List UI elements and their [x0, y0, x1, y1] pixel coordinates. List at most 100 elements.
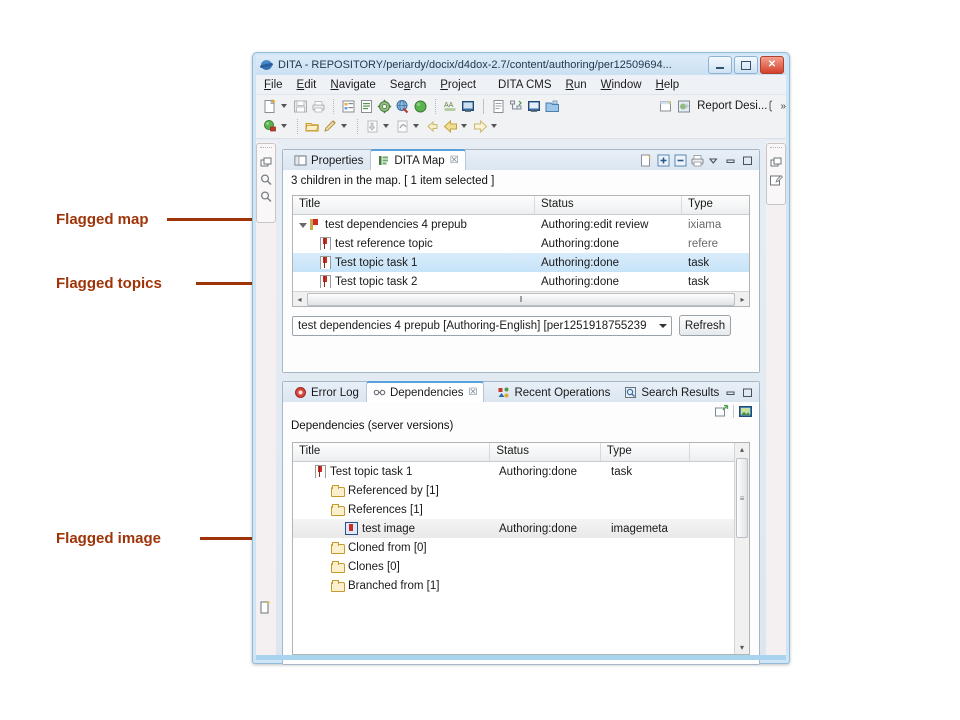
back-arrow-icon[interactable] — [442, 118, 459, 135]
column-header-title[interactable]: Title — [293, 443, 491, 461]
column-header-status[interactable]: Status — [535, 196, 682, 214]
menu-item-file[interactable]: File — [264, 79, 283, 91]
menu-item-run[interactable]: Run — [566, 79, 587, 91]
print-icon[interactable] — [690, 153, 705, 168]
back-small-icon[interactable] — [424, 118, 441, 135]
document-icon[interactable] — [490, 98, 507, 115]
tab-dita-map[interactable]: DITA Map ☒ — [370, 149, 466, 170]
rail-grip-right[interactable] — [770, 147, 782, 154]
tab-error-log[interactable]: Error Log — [287, 382, 366, 402]
scroll-down-arrow[interactable]: ▾ — [735, 641, 749, 654]
tab-dependencies[interactable]: Dependencies ☒ — [365, 381, 485, 402]
vertical-scrollbar[interactable]: ▴ ≡ ▾ — [734, 443, 749, 654]
debug-icon[interactable] — [262, 118, 279, 135]
show-image-icon[interactable] — [738, 404, 753, 419]
minimize-icon[interactable] — [724, 385, 739, 400]
table-row[interactable]: Clones [0] — [293, 557, 749, 576]
marker-icon[interactable] — [322, 118, 339, 135]
table-row[interactable]: Test topic task 1 Authoring:done task — [293, 253, 749, 272]
table-row[interactable]: Cloned from [0] — [293, 538, 749, 557]
restore-view-icon[interactable] — [769, 156, 783, 171]
menu-item-project[interactable]: Project — [440, 79, 476, 91]
open-folder-icon[interactable] — [544, 98, 561, 115]
report-design-icon[interactable] — [676, 98, 693, 115]
terminal-icon[interactable] — [526, 98, 543, 115]
print-icon[interactable] — [310, 98, 327, 115]
refresh-button[interactable]: Refresh — [679, 315, 731, 336]
new-document-icon[interactable] — [262, 98, 279, 115]
step-into-dropdown-arrow[interactable] — [383, 124, 389, 128]
find-replace-icon[interactable]: AA — [442, 98, 459, 115]
hierarchy-icon[interactable] — [508, 98, 525, 115]
close-icon[interactable]: ☒ — [450, 155, 459, 166]
tab-search-results[interactable]: Search Results — [617, 382, 726, 402]
toolbar-overflow-chevron[interactable]: » — [780, 101, 786, 112]
scroll-right-arrow[interactable]: ▸ — [736, 295, 749, 304]
green-circle-icon[interactable] — [412, 98, 429, 115]
new-topic-icon[interactable] — [358, 98, 375, 115]
table-row[interactable]: Referenced by [1] — [293, 481, 749, 500]
forward-arrow-icon[interactable] — [472, 118, 489, 135]
column-header-type[interactable]: Type — [601, 443, 690, 461]
horizontal-scrollbar[interactable]: ◂ ‖ ▸ — [293, 291, 749, 306]
scroll-left-arrow[interactable]: ◂ — [293, 295, 306, 304]
menu-item-navigate[interactable]: Navigate — [330, 79, 375, 91]
menu-item-dita-cms[interactable]: DITA CMS — [498, 79, 551, 91]
twisty-expanded-icon[interactable] — [299, 223, 307, 228]
globe-search-icon[interactable] — [394, 98, 411, 115]
menu-item-edit[interactable]: Edit — [297, 79, 317, 91]
menu-item-search[interactable]: Search — [390, 79, 426, 91]
minimize-button[interactable] — [708, 56, 732, 74]
search-icon[interactable] — [259, 173, 273, 188]
chevron-down-icon[interactable] — [655, 324, 671, 328]
step-over-dropdown-arrow[interactable] — [413, 124, 419, 128]
table-row[interactable]: Test topic task 1 Authoring:done task — [293, 462, 749, 481]
collapse-all-icon[interactable] — [673, 153, 688, 168]
expand-all-icon[interactable] — [656, 153, 671, 168]
link-with-editor-icon[interactable] — [714, 404, 729, 419]
column-header-status[interactable]: Status — [490, 443, 601, 461]
settings-gear-icon[interactable] — [376, 98, 393, 115]
map-selector-combo[interactable]: test dependencies 4 prepub [Authoring-En… — [292, 316, 672, 336]
console-icon[interactable] — [460, 98, 477, 115]
table-row[interactable]: Branched from [1] — [293, 576, 749, 595]
search-properties-icon[interactable] — [340, 98, 357, 115]
column-header-type[interactable]: Type — [682, 196, 742, 214]
search-icon-2[interactable] — [259, 190, 273, 205]
table-row[interactable]: test image Authoring:done imagemeta — [293, 519, 749, 538]
table-row[interactable]: test dependencies 4 prepub Authoring:edi… — [293, 215, 749, 234]
scroll-thumb[interactable]: ≡ — [736, 458, 748, 538]
tab-properties[interactable]: Properties — [287, 150, 370, 170]
scroll-thumb[interactable]: ‖ — [307, 292, 735, 306]
maximize-icon[interactable] — [741, 153, 756, 168]
scroll-up-arrow[interactable]: ▴ — [735, 443, 749, 456]
new-document-icon[interactable] — [639, 153, 654, 168]
column-header-title[interactable]: Title — [293, 196, 535, 214]
maximize-icon[interactable] — [741, 385, 756, 400]
menu-item-window[interactable]: Window — [601, 79, 642, 91]
view-menu-chevron-icon[interactable] — [707, 153, 722, 168]
menu-item-help[interactable]: Help — [656, 79, 680, 91]
forward-dropdown-arrow[interactable] — [491, 124, 497, 128]
restore-view-icon[interactable] — [259, 156, 273, 171]
step-over-icon[interactable] — [394, 118, 411, 135]
maximize-button[interactable] — [734, 56, 758, 74]
debug-dropdown-arrow[interactable] — [281, 124, 287, 128]
back-dropdown-arrow[interactable] — [461, 124, 467, 128]
close-icon[interactable]: ☒ — [468, 387, 477, 398]
table-row[interactable]: References [1] — [293, 500, 749, 519]
open-resource-icon[interactable] — [304, 118, 321, 135]
close-button[interactable]: ✕ — [760, 56, 784, 74]
tab-recent-operations[interactable]: Recent Operations — [490, 382, 617, 402]
new-perspective-icon[interactable] — [658, 98, 675, 115]
table-row[interactable]: Test topic task 2 Authoring:done task — [293, 272, 749, 291]
edit-outline-icon[interactable] — [769, 173, 783, 188]
new-dropdown-arrow[interactable] — [281, 104, 287, 108]
step-into-icon[interactable] — [364, 118, 381, 135]
save-icon[interactable] — [292, 98, 309, 115]
marker-dropdown-arrow[interactable] — [341, 124, 347, 128]
minimize-icon[interactable] — [724, 153, 739, 168]
rail-grip[interactable] — [260, 147, 272, 154]
perspective-label[interactable]: Report Desi... — [697, 100, 767, 112]
table-row[interactable]: test reference topic Authoring:done refe… — [293, 234, 749, 253]
